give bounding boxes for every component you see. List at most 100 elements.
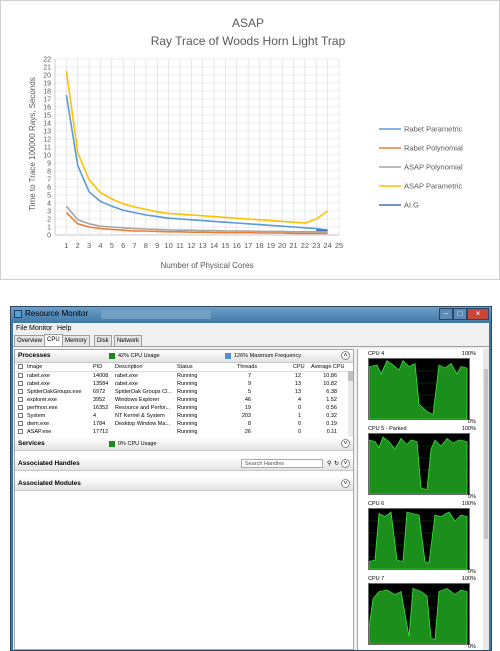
table-row[interactable]: explorer.exe 3952 Windows Explorer Running 4… bbox=[15, 396, 347, 404]
row-cell: 6.38 bbox=[326, 389, 337, 395]
table-row[interactable]: dwm.exe 1784 Desktop Window Ma... Running 8 0… bbox=[15, 420, 347, 428]
x-tick-label: 18 bbox=[255, 241, 263, 250]
expand-chevron-icon[interactable]: ˅ bbox=[341, 439, 350, 448]
series-lines bbox=[65, 70, 329, 235]
left-pane: Processes 42% CPU Usage 126% Maximum Fre… bbox=[14, 349, 354, 650]
row-cell: Running bbox=[177, 405, 198, 411]
resource-monitor-window: Resource Monitor – □ × File Monitor Help… bbox=[10, 306, 492, 651]
modules-header[interactable]: Associated Modules ˅ bbox=[15, 478, 353, 491]
table-row[interactable]: ASAP.exe 17712 Running 26 0 0.11 bbox=[15, 428, 347, 436]
row-cell: Desktop Window Ma... bbox=[115, 421, 171, 427]
processes-scrollbar[interactable] bbox=[348, 371, 353, 437]
y-tick-label: 10 bbox=[43, 153, 51, 160]
row-cell: 13584 bbox=[93, 381, 109, 387]
row-cell: 5 bbox=[247, 389, 251, 395]
col-cpu[interactable]: CPU bbox=[293, 364, 305, 370]
tab-disk[interactable]: Disk bbox=[94, 335, 112, 346]
cpu-usage-area bbox=[369, 359, 468, 419]
row-cell: 16352 bbox=[93, 405, 109, 411]
table-header: Image PID Description Status Threads CPU… bbox=[15, 362, 353, 372]
cpu-graph-card: CPU 4 100% 0% bbox=[368, 351, 476, 425]
menu-file[interactable]: File bbox=[16, 325, 27, 332]
row-cell: SpiderOak Groups Cl... bbox=[115, 389, 172, 395]
expand-chevron-icon[interactable]: ˅ bbox=[341, 459, 350, 468]
legend-label: AI.G bbox=[404, 201, 419, 210]
row-checkbox[interactable] bbox=[18, 405, 23, 410]
tab-network[interactable]: Network bbox=[114, 335, 143, 346]
y-tick-label: 22 bbox=[43, 57, 51, 64]
table-row[interactable]: rabet.exe 13584 rabet.exe Running 9 13 10.82 bbox=[15, 380, 347, 388]
x-tick-label: 23 bbox=[312, 241, 320, 250]
legend-label: ASAP Parametric bbox=[404, 182, 462, 191]
col-pid[interactable]: PID bbox=[93, 364, 102, 370]
y-tick-label: 16 bbox=[43, 105, 51, 112]
search-handles-input[interactable]: Search Handles bbox=[241, 459, 323, 468]
scrollbar-thumb[interactable] bbox=[484, 369, 488, 539]
processes-cpu-usage: 42% CPU Usage bbox=[118, 353, 160, 359]
row-cell: NT Kernel & System bbox=[115, 413, 165, 419]
y-tick-label: 5 bbox=[47, 193, 51, 200]
cpu-graph-card: CPU 6 100% 0% bbox=[368, 501, 476, 575]
legend-label: Rabet Polynomial bbox=[404, 144, 463, 153]
collapse-chevron-icon[interactable]: ˄ bbox=[341, 351, 350, 360]
y-tick-label: 1 bbox=[47, 225, 51, 232]
select-all-checkbox[interactable] bbox=[18, 364, 23, 369]
services-cpu-swatch bbox=[109, 441, 115, 447]
table-row[interactable]: SpiderOakGroups.exe 6972 SpiderOak Groups … bbox=[15, 388, 347, 396]
table-row[interactable]: System 4 NT Kernel & System Running 203 1 0.32 bbox=[15, 412, 347, 420]
window-titlebar: Resource Monitor – □ × bbox=[11, 307, 491, 323]
expand-chevron-icon[interactable]: ˅ bbox=[341, 479, 350, 488]
tab-overview[interactable]: Overview bbox=[14, 335, 46, 346]
table-row[interactable]: perfmon.exe 16352 Resource and Perfor... Ru… bbox=[15, 404, 347, 412]
row-checkbox[interactable] bbox=[18, 421, 23, 426]
menu-help[interactable]: Help bbox=[57, 325, 71, 332]
row-cell: Running bbox=[177, 413, 198, 419]
col-threads[interactable]: Threads bbox=[237, 364, 257, 370]
maximize-button[interactable]: □ bbox=[453, 308, 467, 320]
row-checkbox[interactable] bbox=[18, 389, 23, 394]
scrollbar-thumb[interactable] bbox=[348, 371, 353, 381]
cpu-max-label: 100% bbox=[461, 426, 476, 432]
search-icon[interactable]: ⚲ bbox=[327, 460, 331, 467]
y-tick-label: 2 bbox=[47, 217, 51, 224]
row-checkbox[interactable] bbox=[18, 373, 23, 378]
col-image[interactable]: Image bbox=[27, 364, 42, 370]
x-tick-label: 19 bbox=[267, 241, 275, 250]
x-tick-label: 25 bbox=[335, 241, 343, 250]
cpu-usage-graph bbox=[368, 433, 470, 495]
row-checkbox[interactable] bbox=[18, 397, 23, 402]
col-status[interactable]: Status bbox=[177, 364, 193, 370]
tab-memory[interactable]: Memory bbox=[62, 335, 90, 346]
handles-header[interactable]: Associated Handles Search Handles ⚲ ↻ ˅ bbox=[15, 458, 353, 471]
col-description[interactable]: Description bbox=[115, 364, 143, 370]
menu-monitor[interactable]: Monitor bbox=[29, 325, 52, 332]
row-cell: 19 bbox=[244, 405, 251, 411]
minimize-button[interactable]: – bbox=[439, 308, 453, 320]
col-average-cpu[interactable]: Average CPU bbox=[311, 364, 345, 370]
row-checkbox[interactable] bbox=[18, 413, 23, 418]
x-tick-label: 4 bbox=[98, 241, 102, 250]
tab-cpu[interactable]: CPU bbox=[44, 334, 63, 346]
close-button[interactable]: × bbox=[467, 308, 489, 320]
x-tick-label: 6 bbox=[121, 241, 125, 250]
menu-bar: File Monitor Help bbox=[13, 323, 489, 334]
table-row[interactable]: rabet.exe 14008 rabet.exe Running 7 12 10.86 bbox=[15, 372, 347, 380]
frequency-swatch bbox=[225, 353, 231, 359]
refresh-icon[interactable]: ↻ bbox=[334, 460, 339, 467]
x-tick-label: 24 bbox=[323, 241, 331, 250]
x-tick-label: 11 bbox=[176, 241, 184, 250]
chart-subtitle: Ray Trace of Woods Horn Light Trap bbox=[151, 34, 346, 48]
graphs-scrollbar[interactable] bbox=[483, 349, 489, 650]
row-checkbox[interactable] bbox=[18, 429, 23, 434]
y-tick-label: 9 bbox=[47, 161, 51, 168]
cpu-max-label: 100% bbox=[461, 576, 476, 582]
row-checkbox[interactable] bbox=[18, 381, 23, 386]
services-header[interactable]: Services 0% CPU Usage ˅ bbox=[15, 438, 353, 451]
x-tick-label: 5 bbox=[110, 241, 114, 250]
y-tick-label: 12 bbox=[43, 137, 51, 144]
legend: Rabet Parametric Rabet Polynomial ASAP Pol… bbox=[379, 125, 463, 210]
row-cell: Running bbox=[177, 397, 198, 403]
cpu-title: CPU 5 - Parked bbox=[368, 426, 407, 432]
processes-max-frequency: 126% Maximum Frequency bbox=[234, 353, 301, 359]
line-chart: ASAP Ray Trace of Woods Horn Light Trap … bbox=[28, 16, 463, 270]
